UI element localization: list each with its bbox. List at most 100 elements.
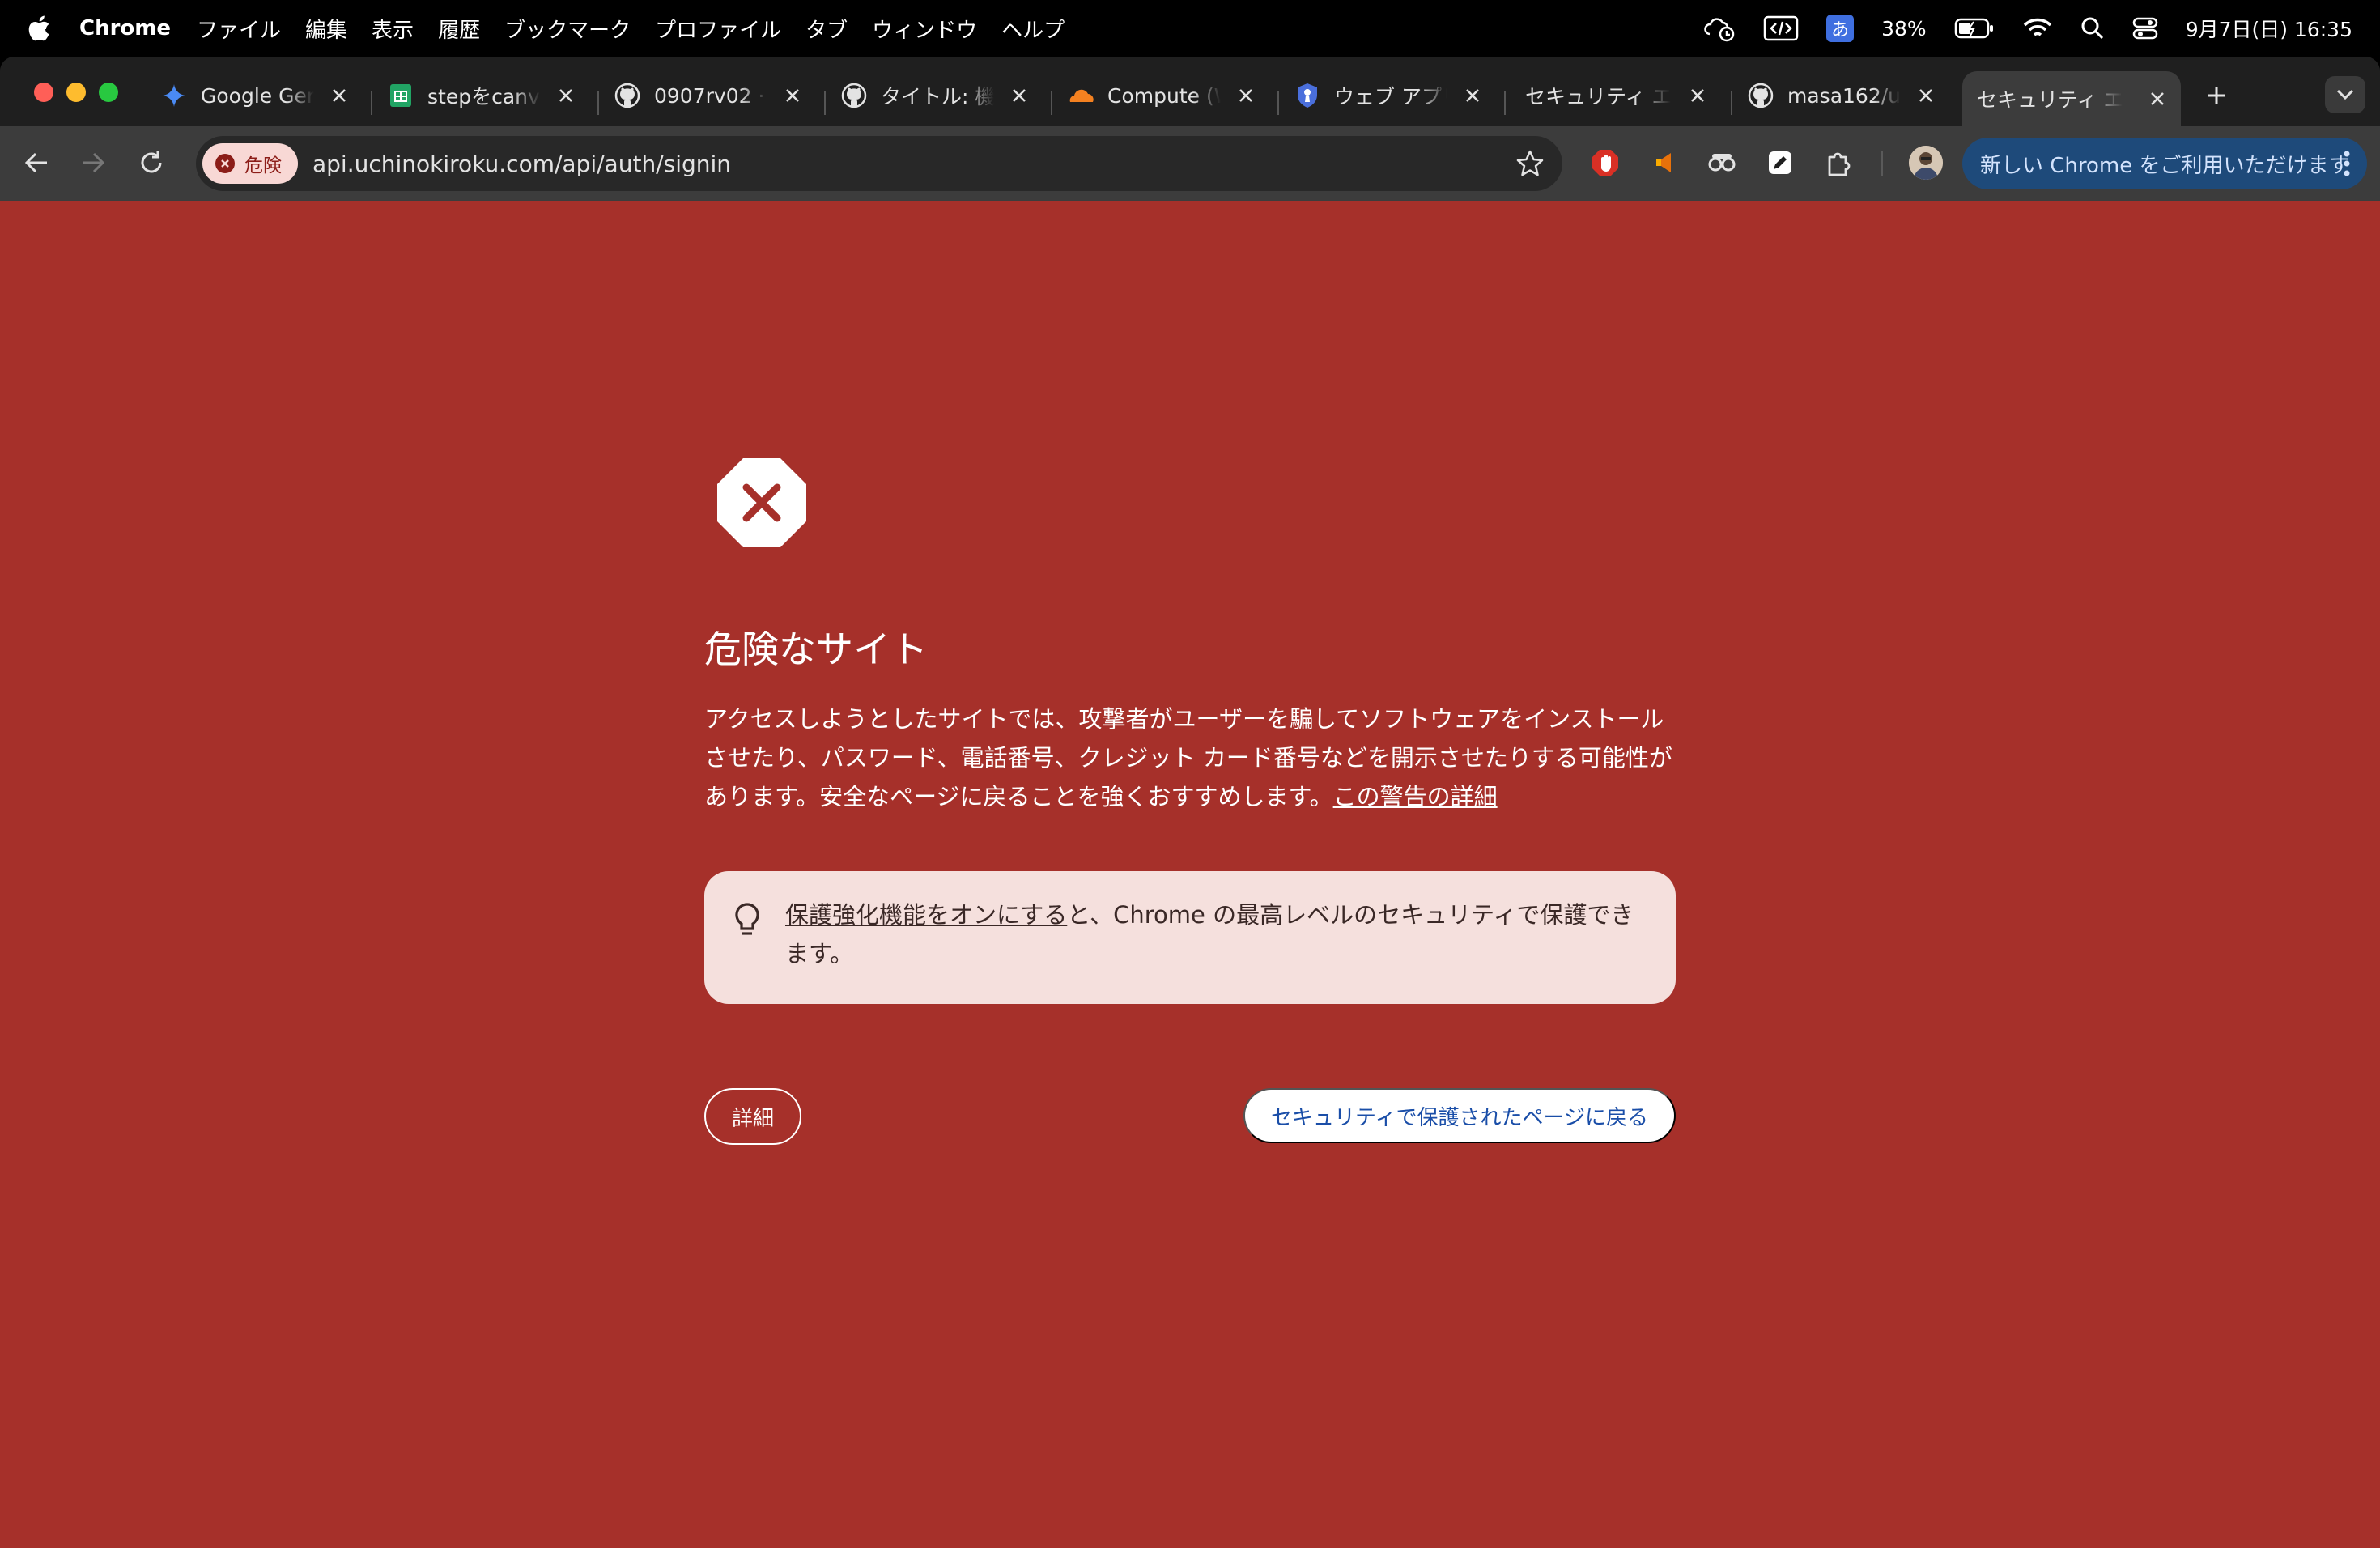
menu-profiles[interactable]: プロファイル xyxy=(655,14,781,44)
tab-close-icon[interactable] xyxy=(2145,87,2170,111)
cloud-sync-icon[interactable] xyxy=(1703,15,1736,42)
menu-history[interactable]: 履歴 xyxy=(438,14,480,44)
address-bar[interactable]: 危険 api.uchinokiroku.com/api/auth/signin xyxy=(196,136,1562,191)
input-method-icon[interactable]: あ xyxy=(1826,15,1855,42)
menu-bar: Chrome ファイル 編集 表示 履歴 ブックマーク プロファイル タブ ウィ… xyxy=(0,0,2380,57)
screen-share-icon[interactable] xyxy=(1763,15,1799,41)
warning-description: アクセスしようとしたサイトでは、攻撃者がユーザーを騙してソフトウェアをインストー… xyxy=(704,700,1676,816)
warning-text: アクセスしようとしたサイトでは、攻撃者がユーザーを騙してソフトウェアをインストー… xyxy=(704,705,1672,810)
extensions-puzzle-icon[interactable] xyxy=(1820,144,1857,181)
tab-security-error-1[interactable]: セキュリティ エラ xyxy=(1525,71,1710,120)
shield-icon xyxy=(1294,82,1321,109)
tab-separator xyxy=(824,91,826,115)
tab-close-icon[interactable] xyxy=(780,83,805,108)
new-tab-button[interactable] xyxy=(2200,79,2233,112)
tab-strip: Google Gemini stepをcanvas 0907rv02 · m タ… xyxy=(0,57,2380,126)
menu-window[interactable]: ウィンドウ xyxy=(872,14,977,44)
chevron-down-icon xyxy=(2336,89,2354,100)
danger-stop-icon xyxy=(717,458,806,547)
tab-sheets[interactable]: stepをcanvas xyxy=(387,71,578,120)
tab-separator xyxy=(1731,91,1732,115)
menu-app-name[interactable]: Chrome xyxy=(79,16,171,40)
tab-google-gemini[interactable]: Google Gemini xyxy=(160,71,351,120)
clock[interactable]: 9月7日(日) 16:35 xyxy=(2186,14,2352,43)
tab-separator xyxy=(597,91,599,115)
input-method-label: あ xyxy=(1831,20,1850,40)
enhanced-protection-link[interactable]: 保護強化機能をオンにする xyxy=(785,901,1067,929)
tab-title: セキュリティ エラ xyxy=(1525,85,1671,108)
megaphone-extension-icon[interactable] xyxy=(1647,144,1684,181)
tab-close-icon[interactable] xyxy=(554,83,578,108)
tab-search-button[interactable] xyxy=(2325,76,2365,113)
kebab-menu-icon[interactable] xyxy=(2343,149,2351,184)
tab-cloudflare-compute[interactable]: Compute (W xyxy=(1067,71,1258,120)
security-status-chip[interactable]: 危険 xyxy=(202,143,298,184)
github-icon xyxy=(840,82,868,109)
tab-close-icon[interactable] xyxy=(1460,83,1485,108)
menu-bookmarks[interactable]: ブックマーク xyxy=(504,14,631,44)
zoom-window-button[interactable] xyxy=(99,83,118,102)
enhanced-protection-text: 保護強化機能をオンにすると、Chrome の最高レベルのセキュリティで保護できま… xyxy=(785,895,1643,973)
learn-more-link[interactable]: この警告の詳細 xyxy=(1333,783,1498,810)
tab-title: Compute (W xyxy=(1107,83,1221,108)
tab-github-masa162[interactable]: masa162/uc xyxy=(1747,71,1938,120)
menu-tab[interactable]: タブ xyxy=(805,14,848,44)
tab-security-error-active[interactable]: セキュリティ エラ xyxy=(1962,71,2181,126)
spotlight-search-icon[interactable] xyxy=(2080,16,2105,40)
control-center-icon[interactable] xyxy=(2132,16,2158,40)
gemini-icon xyxy=(160,82,188,109)
arrow-left-icon xyxy=(24,152,47,173)
tab-github-0907rv02[interactable]: 0907rv02 · m xyxy=(614,71,805,120)
tab-close-icon[interactable] xyxy=(1007,83,1031,108)
enhanced-protection-card: 保護強化機能をオンにすると、Chrome の最高レベルのセキュリティで保護できま… xyxy=(704,871,1676,1004)
menu-file[interactable]: ファイル xyxy=(197,14,281,44)
forward-button[interactable] xyxy=(73,142,113,183)
danger-icon xyxy=(215,154,235,173)
tab-close-icon[interactable] xyxy=(327,83,351,108)
tab-separator xyxy=(1277,91,1279,115)
profile-avatar[interactable] xyxy=(1909,146,1943,180)
tab-separator xyxy=(1504,91,1506,115)
menu-view[interactable]: 表示 xyxy=(372,14,414,44)
reload-icon xyxy=(141,151,162,173)
tab-close-icon[interactable] xyxy=(1685,83,1710,108)
tab-title: ウェブ アプリ xyxy=(1334,85,1447,108)
bookmark-star-icon[interactable] xyxy=(1515,149,1545,178)
security-interstitial: 危険なサイト アクセスしようとしたサイトでは、攻撃者がユーザーを騙してソフトウェ… xyxy=(0,201,2380,1548)
tab-close-icon[interactable] xyxy=(1914,83,1938,108)
wifi-icon[interactable] xyxy=(2022,16,2053,40)
battery-icon[interactable] xyxy=(1954,18,1995,39)
arrow-right-icon xyxy=(83,152,105,173)
details-button[interactable]: 詳細 xyxy=(704,1088,801,1145)
sheets-icon xyxy=(387,82,414,109)
back-button[interactable] xyxy=(16,142,57,183)
tab-web-app[interactable]: ウェブ アプリ xyxy=(1294,71,1485,120)
ad-block-extension-icon[interactable] xyxy=(1587,144,1624,181)
tab-title: タイトル: 機能 xyxy=(881,85,994,108)
back-to-safety-button[interactable]: セキュリティで保護されたページに戻る xyxy=(1243,1088,1676,1143)
apple-menu-icon[interactable] xyxy=(28,15,52,42)
close-window-button[interactable] xyxy=(34,83,53,102)
chrome-update-button[interactable]: 新しい Chrome をご利用いただけます xyxy=(1962,138,2367,189)
tab-separator xyxy=(1051,91,1052,115)
lightbulb-icon xyxy=(733,902,761,938)
reload-button[interactable] xyxy=(131,142,172,183)
battery-percent: 38% xyxy=(1881,16,1927,40)
browser-window: Google Gemini stepをcanvas 0907rv02 · m タ… xyxy=(0,57,2380,1548)
github-icon xyxy=(1747,82,1774,109)
github-icon xyxy=(614,82,641,109)
security-status-label: 危険 xyxy=(244,155,282,176)
tab-title: Google Gemini xyxy=(201,83,314,108)
cloudflare-icon xyxy=(1067,82,1094,109)
menu-edit[interactable]: 編集 xyxy=(305,14,347,44)
url-text[interactable]: api.uchinokiroku.com/api/auth/signin xyxy=(312,151,731,177)
minimize-window-button[interactable] xyxy=(66,83,86,102)
tab-close-icon[interactable] xyxy=(1234,83,1258,108)
glasses-extension-icon[interactable] xyxy=(1703,144,1740,181)
page-title: 危険なサイト xyxy=(704,627,928,671)
menu-help[interactable]: ヘルプ xyxy=(1001,14,1065,44)
tab-github-title[interactable]: タイトル: 機能 xyxy=(840,71,1031,120)
tab-title: セキュリティ エラ xyxy=(1977,88,2123,112)
tab-title: 0907rv02 · m xyxy=(654,83,767,108)
edit-extension-icon[interactable] xyxy=(1762,144,1799,181)
